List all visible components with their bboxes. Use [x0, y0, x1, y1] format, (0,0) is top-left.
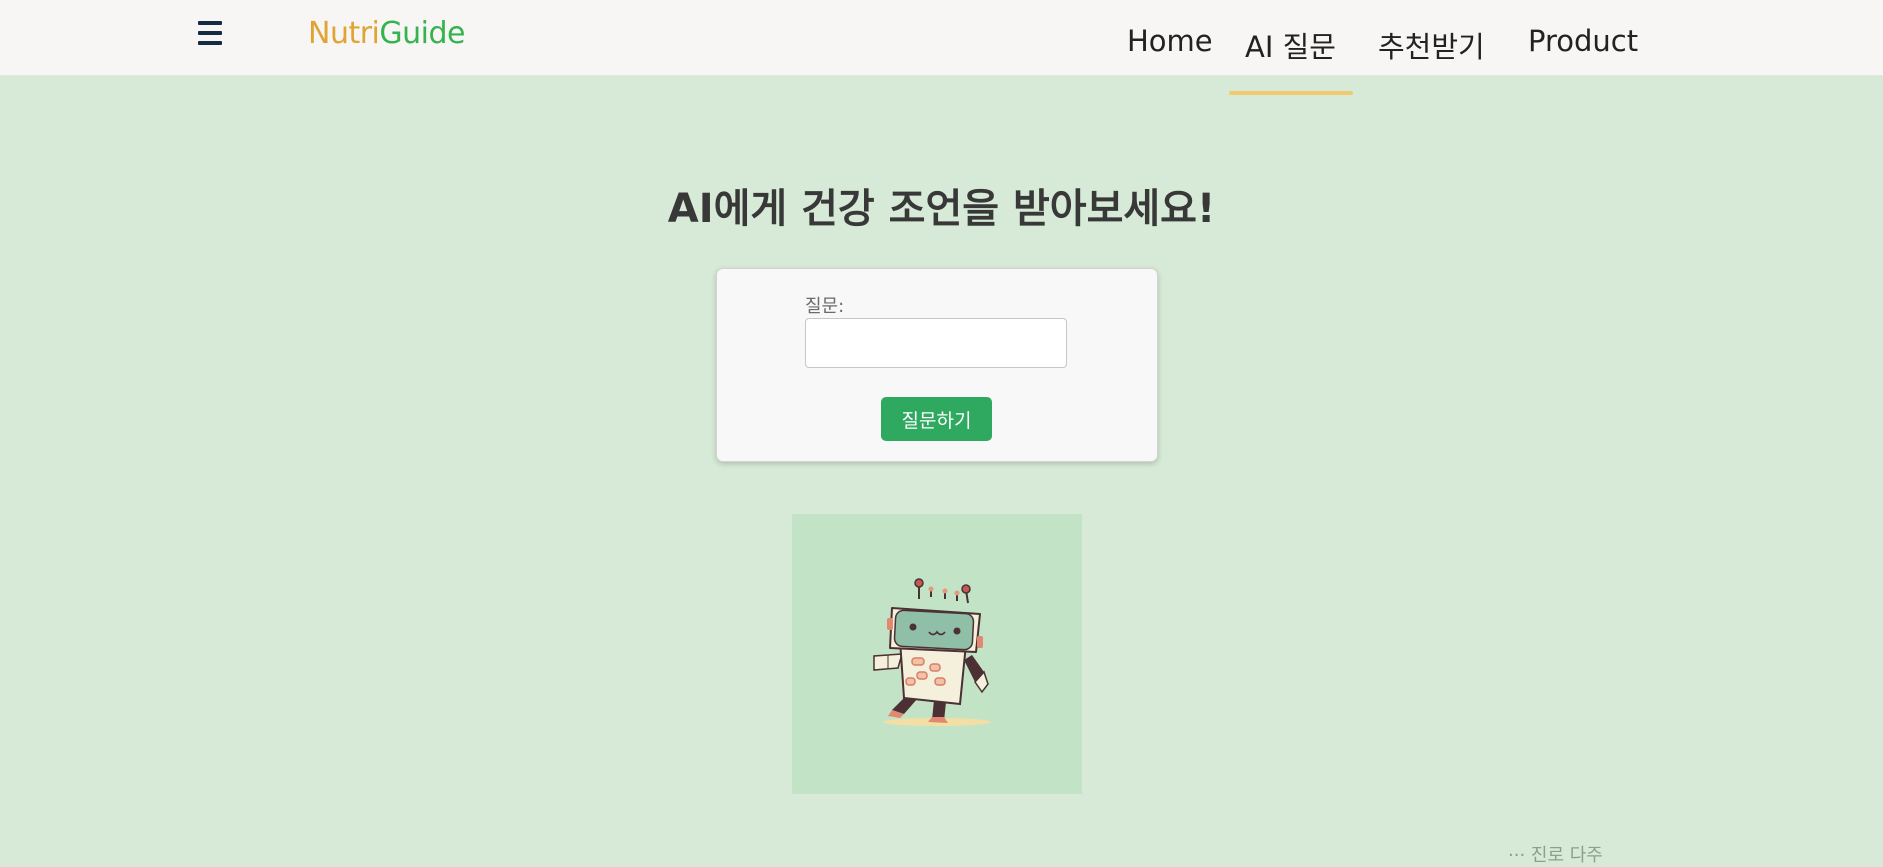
footer-partial-text: ··· 진로 다주	[1508, 845, 1603, 866]
nav-product[interactable]: Product	[1528, 24, 1638, 58]
question-form-card: 질문: 질문하기	[716, 268, 1158, 462]
question-label: 질문:	[805, 296, 845, 317]
page-title: AI에게 건강 조언을 받아보세요!	[667, 186, 1216, 232]
logo-guide: Guide	[379, 16, 465, 51]
top-navbar: NutriGuide Home AI 질문 추천받기 Product	[0, 0, 1883, 76]
robot-illustration	[792, 514, 1082, 794]
ask-button[interactable]: 질문하기	[881, 397, 992, 441]
nav-home[interactable]: Home	[1127, 24, 1213, 58]
logo[interactable]: NutriGuide	[308, 16, 465, 51]
nav-ai-question[interactable]: AI 질문	[1245, 24, 1336, 66]
robot-icon	[873, 578, 991, 726]
nav-recommend[interactable]: 추천받기	[1378, 24, 1485, 66]
hamburger-menu-icon[interactable]	[196, 20, 226, 46]
active-nav-indicator	[1229, 91, 1353, 95]
logo-nutri: Nutri	[308, 16, 380, 51]
question-input[interactable]	[805, 318, 1067, 368]
